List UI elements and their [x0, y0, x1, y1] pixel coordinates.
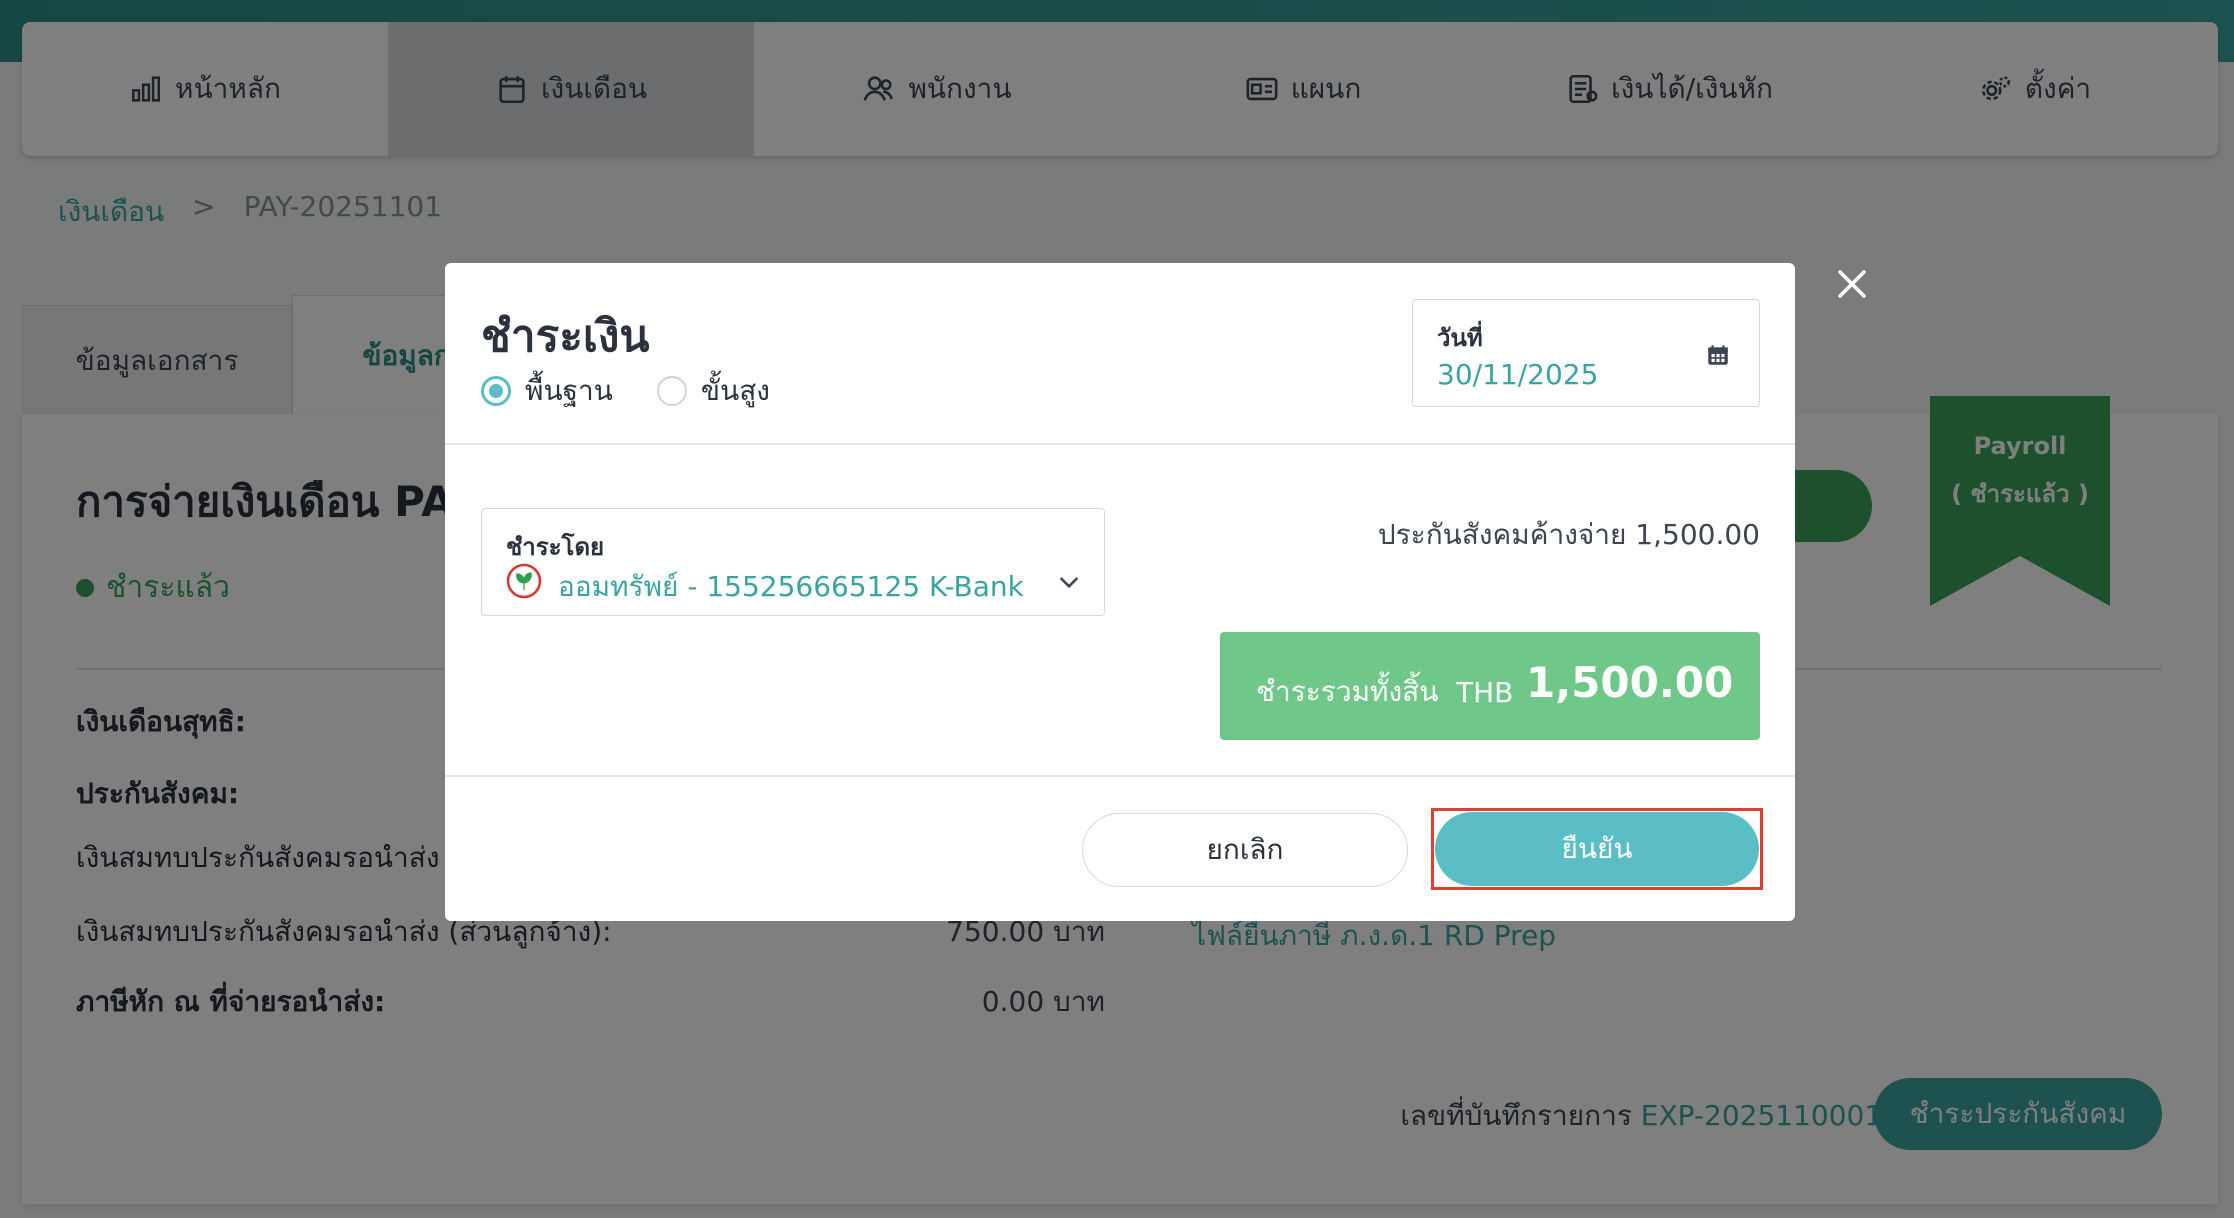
total-amount-box: ชำระรวมทั้งสิ้น THB 1,500.00: [1220, 632, 1760, 740]
confirm-button[interactable]: ยืนยัน: [1435, 812, 1759, 886]
radio-basic[interactable]: พื้นฐาน: [481, 369, 613, 413]
date-value: 30/11/2025: [1437, 358, 1599, 391]
calendar-icon[interactable]: [1705, 342, 1731, 368]
date-picker-field[interactable]: วันที่ 30/11/2025: [1412, 299, 1760, 407]
date-label: วันที่: [1437, 324, 1483, 352]
pay-by-value: ออมทรัพย์ - 155256665125 K-Bank: [558, 570, 1024, 603]
payment-mode-radio-group: พื้นฐาน ขั้นสูง: [481, 369, 770, 413]
modal-divider-bottom: [445, 775, 1795, 777]
pay-by-label: ชำระโดย: [506, 533, 605, 561]
modal-title: ชำระเงิน: [481, 311, 650, 362]
total-label: ชำระรวมทั้งสิ้น: [1256, 675, 1439, 708]
radio-checked-icon: [481, 376, 511, 406]
ssf-outstanding-text: ประกันสังคมค้างจ่าย 1,500.00: [1377, 518, 1760, 551]
pay-by-select[interactable]: ชำระโดย ออมทรัพย์ - 155256665125 K-Bank: [481, 508, 1105, 616]
radio-advanced-label: ขั้นสูง: [700, 374, 770, 407]
total-amount: 1,500.00: [1526, 658, 1734, 707]
close-icon[interactable]: [1834, 266, 1870, 302]
payment-modal: ชำระเงิน พื้นฐาน ขั้นสูง วันที่ 30/11/20…: [445, 263, 1795, 921]
radio-unchecked-icon: [656, 376, 687, 406]
modal-divider-top: [445, 443, 1795, 445]
cancel-button[interactable]: ยกเลิก: [1082, 813, 1408, 887]
chevron-down-icon[interactable]: [1056, 569, 1082, 595]
kbank-logo-icon: [506, 563, 542, 599]
radio-basic-label: พื้นฐาน: [525, 374, 613, 407]
total-currency: THB: [1456, 676, 1514, 709]
radio-advanced[interactable]: ขั้นสูง: [656, 369, 770, 413]
